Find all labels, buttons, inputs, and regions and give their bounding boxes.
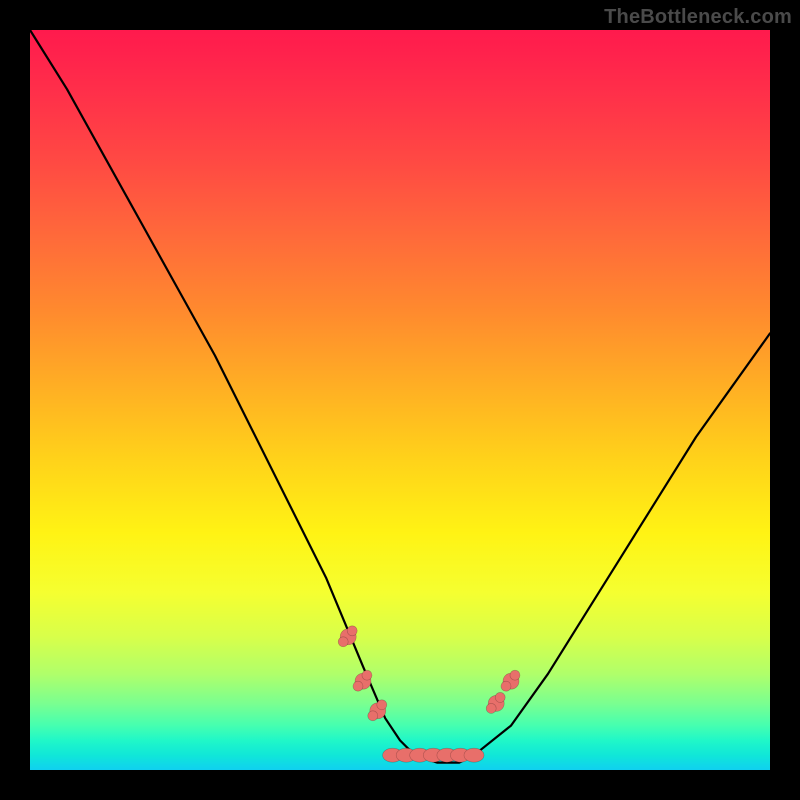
- data-marker: [368, 711, 378, 721]
- marker-layer: [338, 626, 520, 762]
- data-marker: [338, 637, 348, 647]
- data-marker: [377, 700, 387, 710]
- bottleneck-curve: [30, 30, 770, 763]
- watermark-text: TheBottleneck.com: [604, 6, 792, 29]
- chart-overlay: [30, 30, 770, 770]
- data-marker: [501, 681, 511, 691]
- data-marker: [510, 670, 520, 680]
- data-marker: [362, 670, 372, 680]
- data-marker: [486, 703, 496, 713]
- data-marker: [353, 681, 363, 691]
- data-marker: [347, 626, 357, 636]
- data-marker: [464, 748, 484, 762]
- chart-frame: TheBottleneck.com: [0, 0, 800, 800]
- data-marker: [495, 692, 505, 702]
